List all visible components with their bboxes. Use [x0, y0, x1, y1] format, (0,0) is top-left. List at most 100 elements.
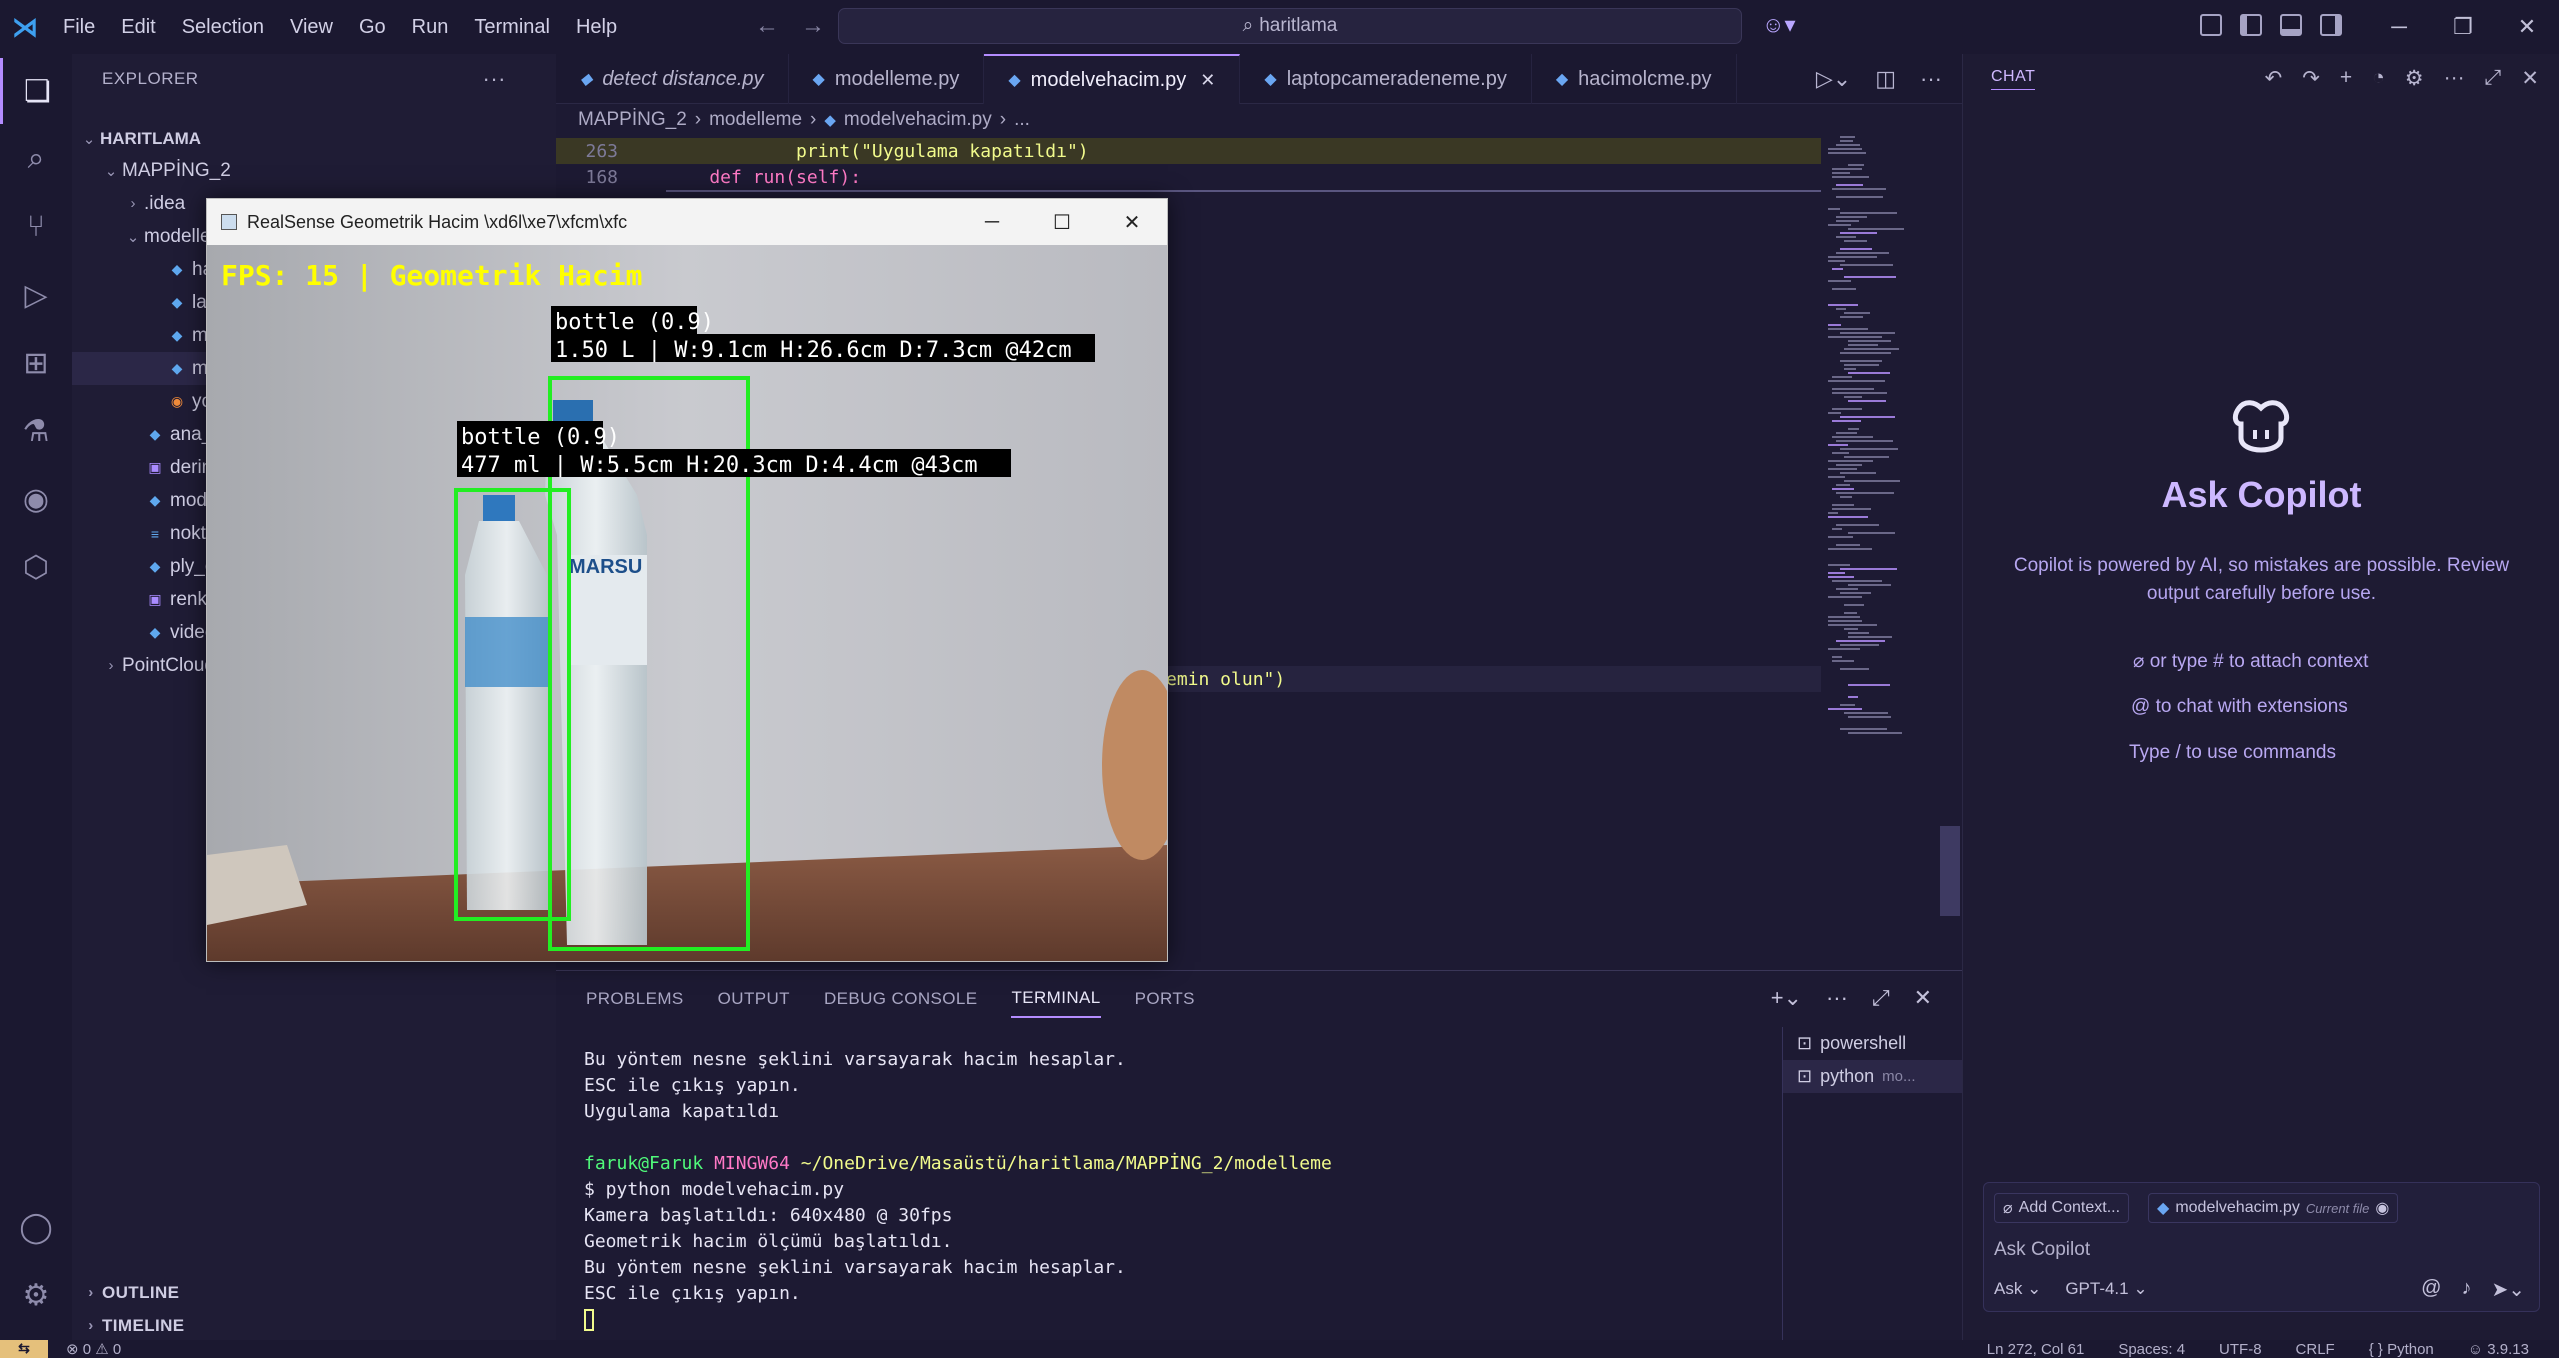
extensions-icon[interactable]: ⊞: [0, 330, 72, 396]
undo-icon[interactable]: ↶: [2265, 66, 2283, 91]
source-control-icon[interactable]: ⑂: [0, 194, 72, 260]
menu-run[interactable]: Run: [399, 16, 462, 39]
panel-tab-ports[interactable]: PORTS: [1135, 981, 1195, 1017]
restore-icon[interactable]: ❐: [2431, 14, 2495, 40]
ask-copilot-description: Copilot is powered by AI, so mistakes ar…: [2013, 555, 2510, 604]
send-icon[interactable]: ➤⌄: [2491, 1277, 2525, 1302]
chat-settings-icon[interactable]: ⚙: [2405, 66, 2424, 91]
workspace-root[interactable]: ⌄ HARITLAMA: [72, 122, 556, 155]
menu-bar: File Edit Selection View Go Run Terminal Help: [50, 16, 630, 39]
add-context-button[interactable]: ⌀ Add Context...: [1994, 1193, 2130, 1223]
outline-header[interactable]: › OUTLINE: [72, 1276, 556, 1309]
more-actions-icon[interactable]: ···: [483, 66, 506, 92]
account-icon[interactable]: ◯: [0, 1194, 72, 1260]
encoding[interactable]: UTF-8: [2219, 1341, 2262, 1358]
terminal-line: ESC ile çıkış yapın.: [584, 1075, 801, 1096]
panel-more-icon[interactable]: ···: [1826, 985, 1848, 1011]
indentation[interactable]: Spaces: 4: [2118, 1341, 2185, 1358]
tree-item[interactable]: ⌄ MAPPİNG_2: [72, 154, 556, 187]
back-arrow-icon[interactable]: ←: [755, 12, 779, 40]
minimap-line: [1844, 368, 1856, 370]
customize-layout-icon[interactable]: [2200, 14, 2222, 36]
panel-tab-output[interactable]: OUTPUT: [718, 981, 790, 1017]
cursor-position[interactable]: Ln 272, Col 61: [1987, 1341, 2085, 1358]
terminal-item-python[interactable]: ⊡ python mo...: [1783, 1060, 1962, 1093]
editor-tab[interactable]: ◆ modelleme.py: [789, 54, 985, 104]
close-tab-icon[interactable]: ✕: [1200, 70, 1215, 91]
toggle-secondary-sidebar-icon[interactable]: [2320, 14, 2342, 36]
new-chat-icon[interactable]: +: [2340, 66, 2352, 91]
close-icon[interactable]: ✕: [1097, 199, 1167, 245]
run-debug-icon[interactable]: ▷: [0, 262, 72, 328]
search-view-icon[interactable]: ⌕: [0, 126, 72, 192]
line-ending[interactable]: CRLF: [2296, 1341, 2335, 1358]
remote-explorer-icon[interactable]: ⬡: [0, 534, 72, 600]
toggle-panel-icon[interactable]: [2280, 14, 2302, 36]
copilot-menu-icon[interactable]: ☺▾: [1762, 12, 1796, 38]
new-terminal-icon[interactable]: +⌄: [1771, 985, 1802, 1011]
explorer-icon[interactable]: ❏: [0, 58, 72, 124]
terminal-item-powershell[interactable]: ⊡ powershell: [1783, 1027, 1962, 1060]
panel-tab-terminal[interactable]: TERMINAL: [1011, 980, 1101, 1018]
split-editor-icon[interactable]: ◫: [1875, 66, 1896, 92]
editor-tab[interactable]: ◆ detect distance.py: [556, 54, 789, 104]
menu-selection[interactable]: Selection: [169, 16, 277, 39]
timeline-header[interactable]: › TIMELINE: [72, 1309, 556, 1342]
menu-view[interactable]: View: [277, 16, 346, 39]
chat-more-icon[interactable]: ···: [2444, 66, 2465, 91]
history-icon[interactable]: ◔: [2372, 66, 2385, 91]
maximize-icon[interactable]: ☐: [1027, 199, 1097, 245]
minimap-line: [1840, 644, 1879, 646]
forward-arrow-icon[interactable]: →: [801, 12, 825, 40]
menu-terminal[interactable]: Terminal: [461, 16, 563, 39]
close-icon[interactable]: ✕: [2495, 14, 2559, 40]
problems-indicator[interactable]: ⊗ 0 ⚠ 0: [66, 1340, 121, 1358]
github-icon[interactable]: ◉: [0, 466, 72, 532]
model-picker[interactable]: GPT-4.1 ⌄: [2065, 1279, 2147, 1299]
language-mode[interactable]: { } Python: [2369, 1341, 2434, 1358]
microphone-icon[interactable]: ♪: [2461, 1277, 2471, 1302]
panel-tab-debug-console[interactable]: DEBUG CONSOLE: [824, 981, 978, 1017]
breadcrumb-item[interactable]: MAPPİNG_2: [578, 109, 687, 131]
testing-icon[interactable]: ⚗: [0, 398, 72, 464]
menu-go[interactable]: Go: [346, 16, 399, 39]
manage-gear-icon[interactable]: ⚙: [0, 1262, 72, 1328]
breadcrumb-item[interactable]: modelleme: [709, 109, 802, 131]
terminal-output[interactable]: Bu yöntem nesne şeklini varsayarak hacim…: [584, 1049, 1764, 1335]
editor-more-icon[interactable]: ···: [1920, 66, 1942, 92]
current-file-chip[interactable]: ◆ modelvehacim.py Current file ◉: [2148, 1193, 2399, 1223]
editor-tab[interactable]: ◆ laptopcameradeneme.py: [1240, 54, 1532, 104]
mention-icon[interactable]: @: [2421, 1277, 2441, 1302]
minimize-icon[interactable]: ─: [2367, 14, 2431, 40]
code-line[interactable]: 263 print("Uygulama kapatıldı"): [556, 138, 1821, 164]
editor-tab[interactable]: ◆ hacimolcme.py: [1532, 54, 1737, 104]
panel-tab-problems[interactable]: PROBLEMS: [586, 981, 684, 1017]
breadcrumb-item[interactable]: modelvehacim.py: [844, 109, 992, 131]
close-panel-icon[interactable]: ✕: [1914, 985, 1932, 1011]
close-chat-icon[interactable]: ✕: [2521, 66, 2539, 91]
breadcrumb-item[interactable]: ...: [1014, 109, 1030, 131]
minimap-line: [1828, 596, 1862, 598]
redo-icon[interactable]: ↷: [2302, 66, 2320, 91]
minimap[interactable]: [1828, 136, 1938, 756]
editor-tab[interactable]: ◆ modelvehacim.py ✕: [984, 54, 1241, 104]
maximize-chat-icon[interactable]: ⤢: [2485, 66, 2502, 91]
menu-edit[interactable]: Edit: [108, 16, 168, 39]
chat-input[interactable]: Ask Copilot: [1994, 1239, 2090, 1261]
minimize-icon[interactable]: ─: [957, 199, 1027, 245]
mode-picker[interactable]: Ask ⌄: [1994, 1279, 2041, 1299]
command-center-search[interactable]: ⌕ haritlama: [838, 8, 1742, 44]
eye-icon[interactable]: ◉: [2375, 1198, 2389, 1218]
menu-help[interactable]: Help: [563, 16, 630, 39]
menu-file[interactable]: File: [50, 16, 108, 39]
remote-indicator-icon[interactable]: ⇆: [0, 1340, 48, 1358]
toggle-sidebar-icon[interactable]: [2240, 14, 2262, 36]
code-line[interactable]: 168 def run(self):: [556, 164, 1821, 190]
minimap-line: [1848, 732, 1902, 734]
box2-info: 477 ml | W:5.5cm H:20.3cm D:4.4cm @43cm: [461, 453, 978, 478]
python-version[interactable]: ☺ 3.9.13: [2468, 1341, 2529, 1358]
minimap-line: [1832, 408, 1862, 410]
maximize-panel-icon[interactable]: ⤢: [1872, 985, 1890, 1011]
run-file-icon[interactable]: ▷⌄: [1816, 66, 1851, 92]
editor-scrollbar[interactable]: [1940, 826, 1960, 916]
